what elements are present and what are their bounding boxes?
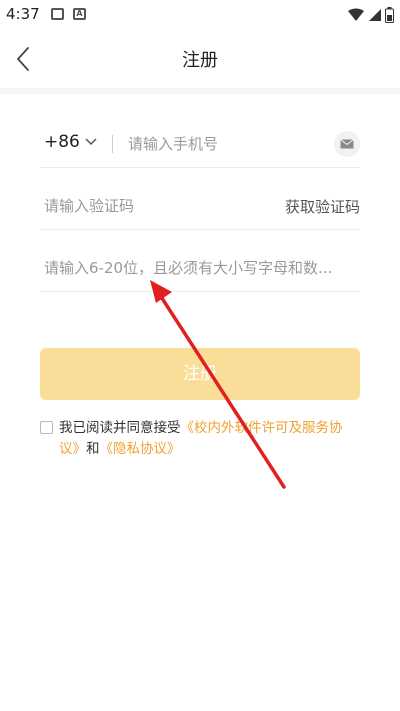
page-title: 注册 <box>182 50 218 71</box>
agreement-checkbox[interactable] <box>40 421 53 434</box>
get-code-button[interactable]: 获取验证码 <box>285 196 360 217</box>
wifi-icon <box>348 8 364 21</box>
register-button[interactable]: 注册 <box>40 348 360 400</box>
password-row <box>40 244 360 292</box>
a-notification-icon: A <box>73 8 86 20</box>
country-code-selector[interactable]: +86 <box>44 132 98 152</box>
status-time: 4:37 <box>6 5 40 23</box>
agreement-text: 我已阅读并同意接受《校内外软件许可及服务协议》和《隐私协议》 <box>59 418 359 460</box>
status-indicators <box>348 6 394 24</box>
phone-separator <box>112 135 113 153</box>
header-divider <box>0 88 400 94</box>
status-bar: 4:37 A <box>0 0 400 30</box>
phone-row: +86 <box>40 120 360 168</box>
privacy-agreement-link[interactable]: 《隐私协议》 <box>100 441 181 457</box>
gallery-notification-icon <box>51 8 64 20</box>
agreement-and: 和 <box>86 441 100 457</box>
agreement-prefix: 我已阅读并同意接受 <box>59 420 181 436</box>
app-header: 注册 <box>0 30 400 88</box>
verification-code-input[interactable] <box>44 182 244 230</box>
verification-code-row: 获取验证码 <box>40 182 360 230</box>
signal-icon <box>369 9 381 21</box>
country-code-label: +86 <box>44 132 80 152</box>
battery-icon <box>385 7 394 23</box>
phone-input[interactable] <box>128 120 318 168</box>
chevron-down-icon <box>85 138 97 146</box>
password-input[interactable] <box>44 244 360 292</box>
mail-icon <box>340 139 354 149</box>
mail-button[interactable] <box>334 131 360 157</box>
